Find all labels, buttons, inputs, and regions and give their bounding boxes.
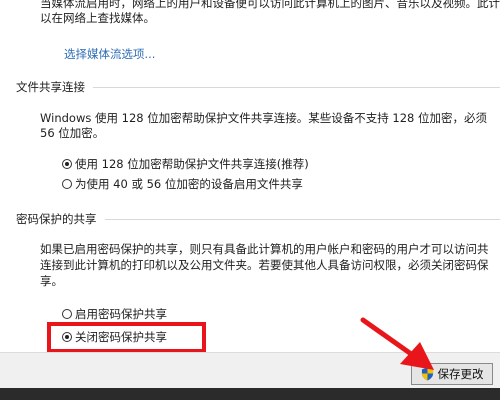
radio-unselected-icon[interactable] (62, 309, 72, 319)
section-divider (93, 86, 500, 88)
radio-40-56-bit-label: 为使用 40 或 56 位加密的设备启用文件共享 (75, 177, 303, 191)
media-desc-line1: 当媒体流启用时，网络上的用户和设备便可以访问此计算机上的图片、音乐以及视频。此计 (40, 0, 500, 10)
radio-128-bit-encryption[interactable]: 使用 128 位加密帮助保护文件共享连接(推荐) (62, 156, 309, 172)
media-stream-options-link[interactable]: 选择媒体流选项... (64, 46, 155, 62)
radio-128-bit-label: 使用 128 位加密帮助保护文件共享连接(推荐) (75, 157, 309, 171)
radio-enable-password-sharing[interactable]: 启用密码保护共享 (62, 306, 167, 322)
uac-shield-icon (421, 367, 433, 381)
password-sharing-desc-line2: 连接到此计算机的打印机以及公用文件夹。若要使其他人具备访问权限，必须关闭密码保 (40, 258, 489, 272)
password-sharing-desc-line1: 如果已启用密码保护的共享，则只有具备此计算机的用户帐户和密码的用户才可以访问共 (40, 242, 489, 256)
save-changes-label: 保存更改 (437, 369, 484, 381)
file-sharing-title-text: 文件共享连接 (16, 80, 85, 94)
password-sharing-section-title: 密码保护的共享 (16, 211, 500, 227)
enable-password-sharing-label: 启用密码保护共享 (75, 307, 167, 321)
radio-unselected-icon[interactable] (62, 179, 72, 189)
radio-selected-icon[interactable] (62, 159, 72, 169)
password-sharing-title-text: 密码保护的共享 (16, 212, 97, 226)
section-divider (104, 218, 500, 220)
file-sharing-desc-line2: 56 位加密。 (40, 126, 105, 140)
radio-40-56-bit-encryption[interactable]: 为使用 40 或 56 位加密的设备启用文件共享 (62, 176, 303, 192)
save-changes-button[interactable]: 保存更改 (411, 363, 493, 385)
file-sharing-section-title: 文件共享连接 (16, 79, 500, 95)
taskbar (0, 388, 500, 400)
media-desc-line2: 以在网络上查找媒体。 (40, 11, 155, 25)
annotation-highlight-box (47, 322, 206, 353)
file-sharing-desc-line1: Windows 使用 128 位加密帮助保护文件共享连接。某些设备不支持 128… (40, 111, 488, 125)
password-sharing-desc-line3: 享。 (40, 274, 63, 288)
